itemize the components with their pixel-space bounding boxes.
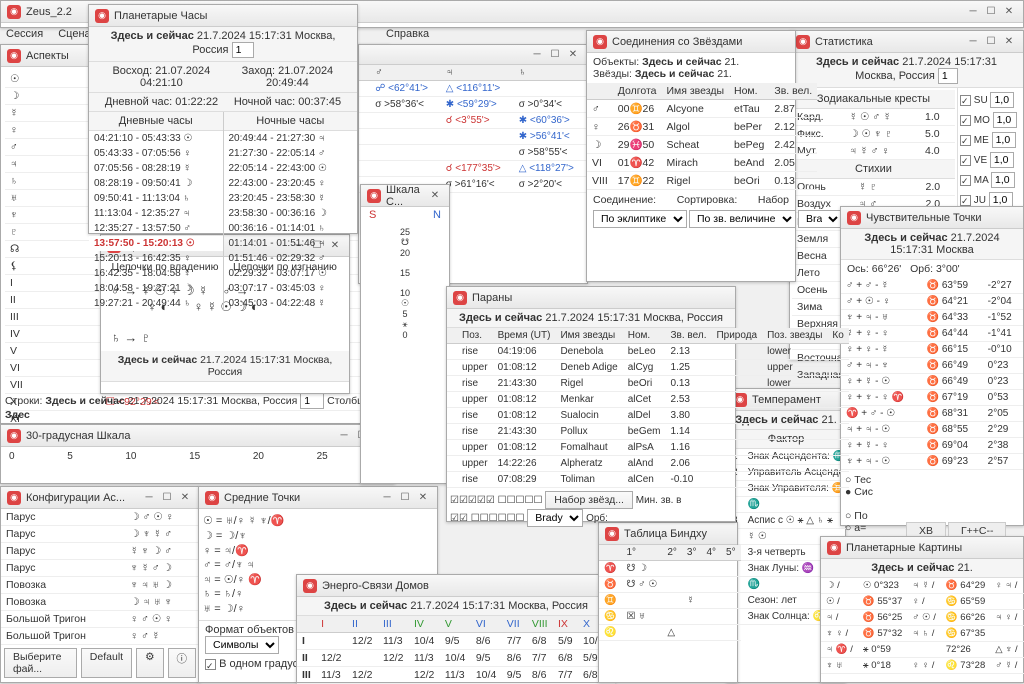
bindhu-table: 1°2°3°4°5°♈☋ ☽♉☋ ♂ ☉♊☿♋☒ ♅♌△ [599, 545, 741, 641]
bindhu-window: ◉Таблица Биндху 1°2°3°4°5°♈☋ ☽♉☋ ♂ ☉♊☿♋☒… [598, 522, 738, 683]
scale30-ruler: 05101520250 [1, 447, 394, 466]
energy-table: IIIIIIIVVVIVIIVIIIIXXI12/211/310/49/58/6… [297, 616, 615, 684]
gear-btn[interactable]: ⚙ [136, 648, 163, 678]
pictures-table: ☽ /☉ 0°323♃ ☿ /♉ 64°29♀ ♃ /146☉ /♉ 55°37… [821, 578, 1024, 674]
ph-header: Здесь и сейчас 21.7.2024 15:17:31 Москва… [89, 27, 357, 62]
config-window: ◉Конфигурации Ас...─☐✕ Парус☽ ♂ ☉ ♀Парус… [0, 486, 200, 683]
planetary-hours-window: ◉ Планетарые Часы Здесь и сейчас 21.7.202… [88, 4, 358, 234]
set-select[interactable]: Brady [798, 210, 842, 228]
format-select[interactable]: Символы [205, 636, 279, 654]
min-btn[interactable]: ─ [965, 5, 981, 19]
menu-session[interactable]: Сессия [6, 28, 43, 40]
app-icon: ◉ [7, 5, 21, 19]
energy-window: ◉Энерго-Связи Домов Здесь и сейчас 21.7.… [296, 574, 616, 683]
close-btn[interactable]: ✕ [1001, 5, 1017, 19]
ph-title: Планетарые Часы [114, 10, 351, 22]
aspects-footer: Строки: Здесь и сейчас 21.7.2024 15:17:3… [5, 393, 389, 421]
scale30-window: ◉30-градусная Шкала─☐✕ 05101520250 [0, 424, 395, 484]
ph-spin[interactable] [232, 42, 254, 58]
stars-window: ◉Соединения со Звёздами Объекты: Здесь и… [586, 30, 796, 282]
parans-footer: ☑☑☑☑☑ ☐☐☐☐☐ Набор звёзд... Мин. зв. в ☑☑… [447, 488, 735, 530]
scale-window: ◉Шкала С...✕ S N 25☋201510☉5⚹0 [360, 184, 450, 484]
max-btn[interactable]: ☐ [983, 5, 999, 19]
default-btn[interactable]: Default [81, 648, 132, 678]
app-icon: ◉ [95, 9, 109, 23]
menu-scene[interactable]: Сцена [58, 28, 90, 40]
conj-select[interactable]: По эклиптике [593, 210, 687, 228]
day-hours-table: 04:21:10 - 05:43:33 ☉05:43:33 - 07:05:56… [89, 131, 223, 311]
aspects-grid: ♂♃♄ ☍ <62°41'>△ <116°11'> σ >58°36'<✱ <5… [359, 65, 587, 193]
scale-ruler: 25☋201510☉5⚹0 [361, 223, 449, 344]
info-btn[interactable]: ⓘ [168, 648, 197, 678]
sensitive-table: ♂ + ♂ - ☿♉ 63°59-2°27♂ + ☉ - ♀♉ 64°21-2°… [841, 278, 1023, 470]
stars-table: ДолготаИмя звездыНом.Зв. вел.♂00♊26Alcyo… [587, 83, 817, 190]
parans-window: ◉Параны Здесь и сейчас 21.7.2024 15:17:3… [446, 286, 736, 522]
pictures-window: ◉Планетарные Картины Здесь и сейчас 21. … [820, 536, 1024, 683]
stats-checks: SU MO ME VE MA JU [960, 90, 1021, 210]
one-deg-check[interactable] [205, 659, 216, 670]
menu-help[interactable]: Справка [386, 28, 429, 40]
rows-spin[interactable] [300, 393, 324, 409]
select-file-btn[interactable]: Выберите фай... [4, 648, 77, 678]
config-table: Парус☽ ♂ ☉ ♀Парус☽ ♆ ☿ ♂Парус☿ ♆ ☽ ♂Пару… [1, 509, 199, 645]
sensitive-window: ◉Чувствительные Точки Здесь и сейчас 21.… [840, 206, 1024, 526]
app-icon: ◉ [7, 49, 21, 63]
parans-table: Поз.Время (UT)Имя звездыНом.Зв. вел.Прир… [447, 328, 849, 488]
night-hours-table: 20:49:44 - 21:27:30 ♃21:27:30 - 22:05:14… [224, 131, 358, 311]
sort-select[interactable]: По зв. величине [689, 210, 796, 228]
